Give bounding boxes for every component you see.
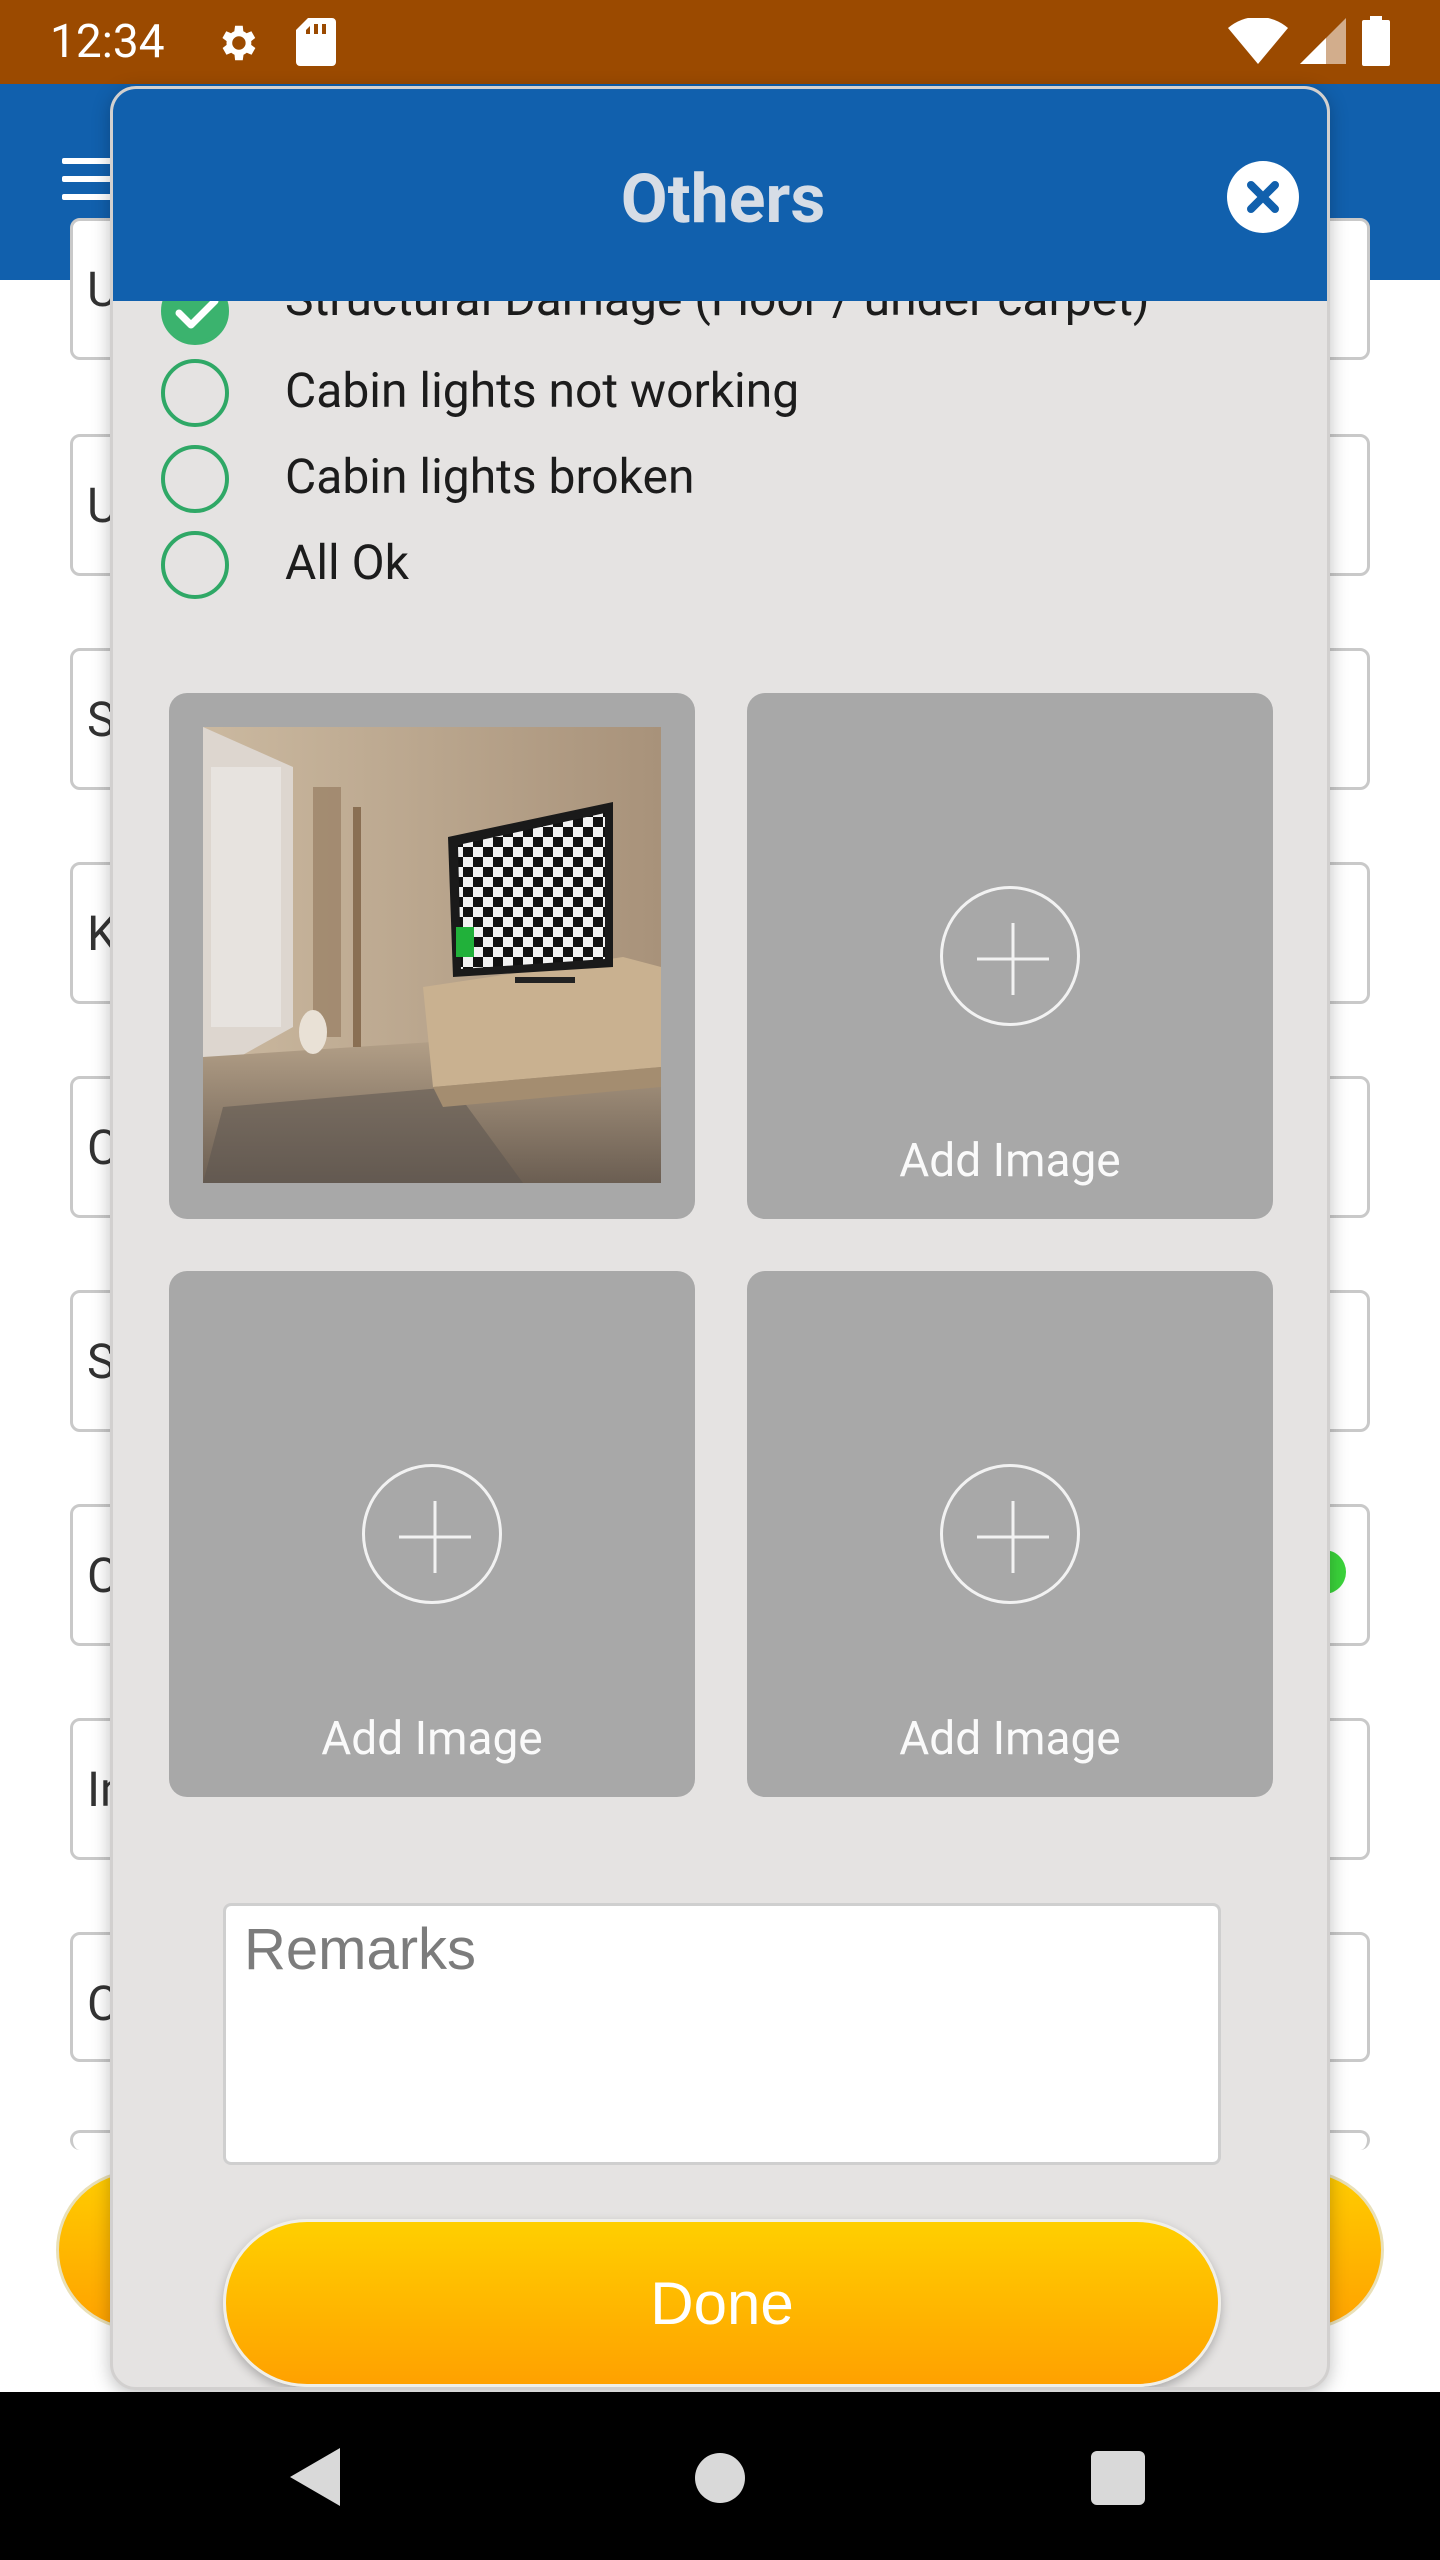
close-icon (1247, 181, 1279, 213)
wifi-icon (1228, 18, 1288, 64)
sd-card-icon (296, 18, 336, 66)
remarks-input[interactable] (223, 1903, 1221, 2165)
image-tile-photo[interactable] (169, 693, 695, 1219)
checkbox-unchecked-icon[interactable] (161, 359, 229, 427)
option-label: All Ok (285, 534, 409, 591)
add-image-tile[interactable]: Add Image (747, 693, 1273, 1219)
battery-icon (1362, 16, 1390, 66)
recent-apps-icon[interactable] (1091, 2451, 1145, 2505)
modal-title: Others (620, 159, 826, 239)
add-plus-icon (940, 1464, 1080, 1604)
home-icon[interactable] (695, 2453, 745, 2503)
done-button[interactable]: Done (223, 2219, 1221, 2387)
others-modal: Others Structural Damage (Floor / under … (110, 86, 1330, 2390)
hamburger-menu-icon[interactable] (62, 158, 114, 204)
option-label: Cabin lights broken (285, 448, 695, 505)
close-button[interactable] (1227, 161, 1299, 233)
add-plus-icon (940, 886, 1080, 1026)
add-image-tile[interactable]: Add Image (169, 1271, 695, 1797)
attached-photo[interactable] (203, 727, 661, 1183)
status-bar: 12:34 (0, 0, 1440, 84)
add-plus-icon (362, 1464, 502, 1604)
option-label: Cabin lights not working (285, 362, 800, 419)
add-image-label: Add Image (899, 1134, 1121, 1188)
add-image-label: Add Image (321, 1712, 543, 1766)
add-image-tile[interactable]: Add Image (747, 1271, 1273, 1797)
checkbox-unchecked-icon[interactable] (161, 445, 229, 513)
back-icon[interactable] (290, 2448, 340, 2506)
cell-signal-icon (1300, 18, 1346, 64)
settings-gear-icon (222, 25, 256, 61)
add-image-label: Add Image (899, 1712, 1121, 1766)
checkbox-unchecked-icon[interactable] (161, 531, 229, 599)
status-time: 12:34 (50, 15, 165, 69)
modal-header: Others (113, 89, 1327, 301)
